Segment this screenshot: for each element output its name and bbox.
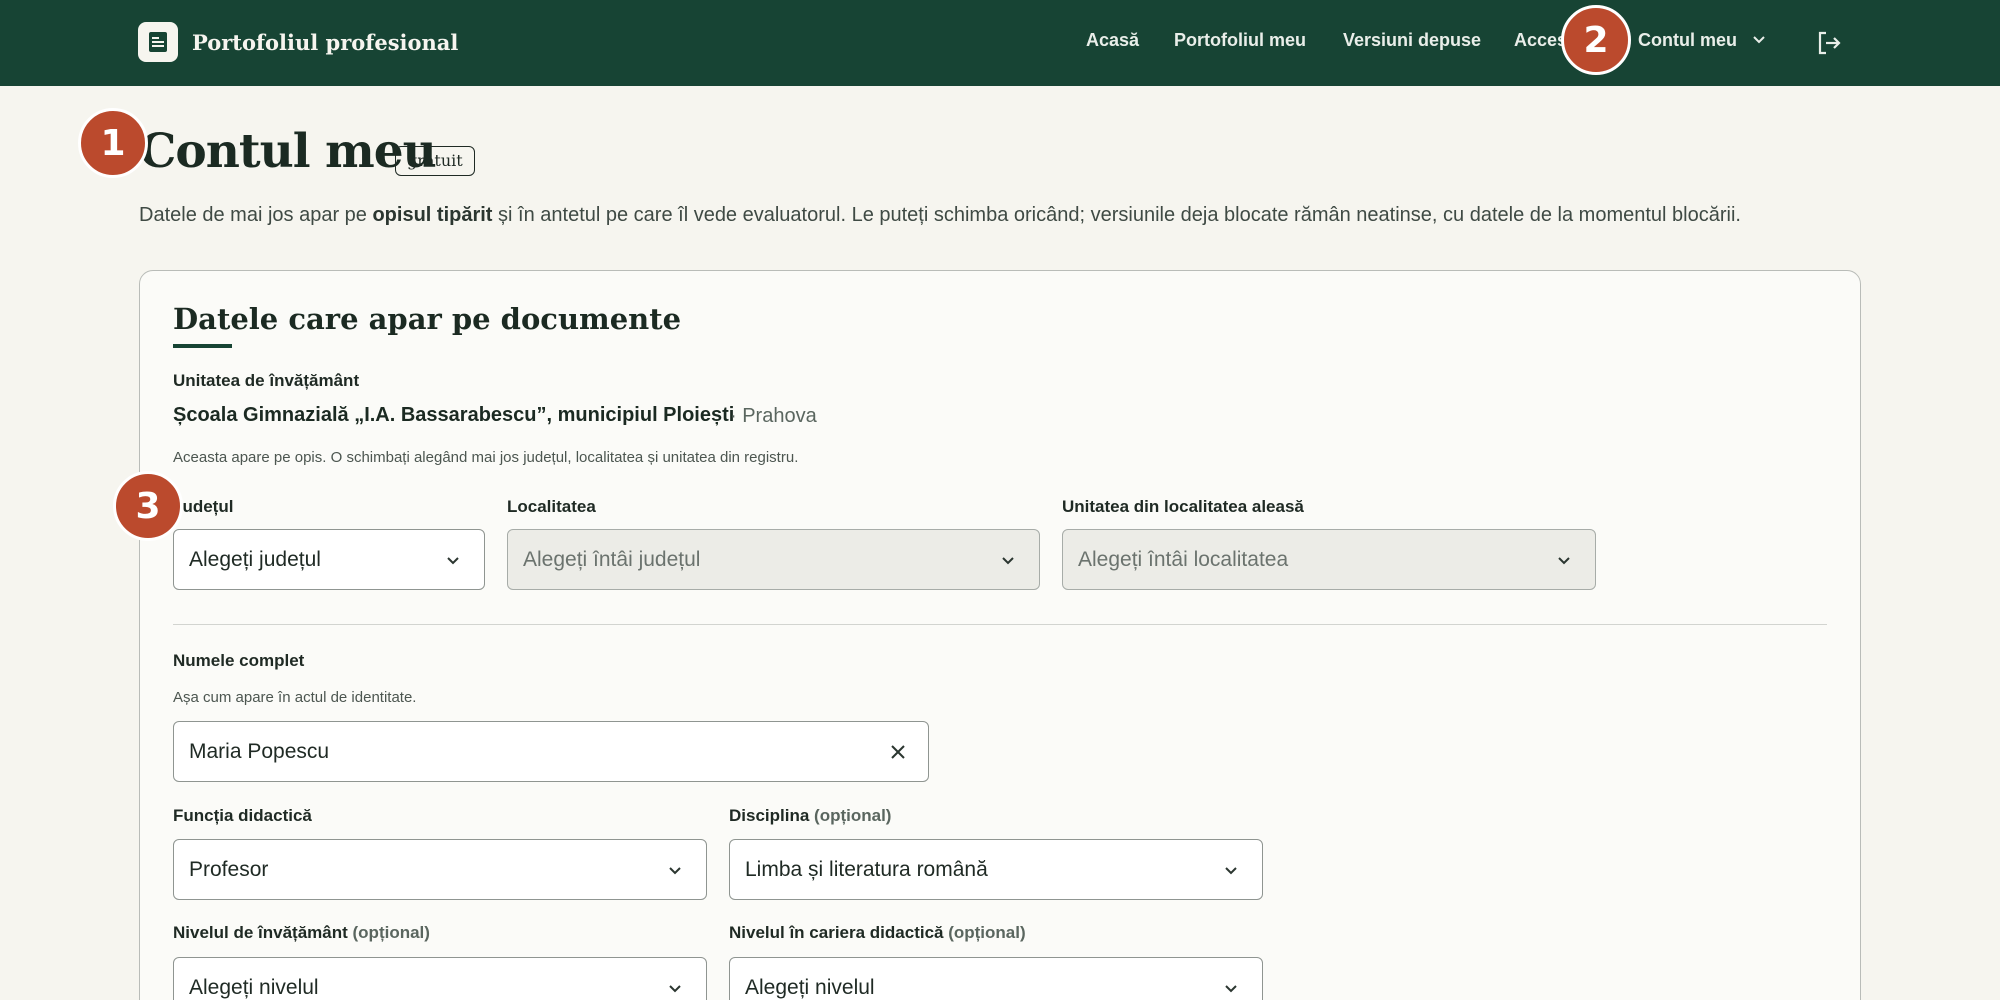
county-select-value: Alegeți județul (189, 547, 321, 571)
title-underline (173, 344, 232, 348)
unit-county: · Prahova (730, 405, 817, 427)
nav-link-my-account[interactable]: Contul meu (1638, 30, 1737, 56)
chevron-down-icon (1222, 980, 1240, 1000)
full-name-input[interactable]: Maria Popescu (173, 721, 929, 782)
document-icon (138, 22, 178, 62)
nav-link-access[interactable]: Acces (1514, 30, 1567, 56)
locality-select[interactable]: Alegeți întâi județul (507, 529, 1040, 590)
brand[interactable]: Portofoliul profesional (138, 22, 458, 62)
discipline-select-value: Limba și literatura română (745, 857, 988, 881)
education-level-label: Nivelul de învățământ (opțional) (173, 923, 430, 942)
chevron-down-icon[interactable] (1749, 30, 1769, 55)
locality-select-value: Alegeți întâi județul (523, 547, 701, 571)
step-badge-1: 1 (78, 108, 148, 178)
school-label: Unitatea din localitatea aleasă (1062, 497, 1304, 516)
plan-badge: gratuit (395, 146, 475, 176)
step-badge-2: 2 (1561, 5, 1631, 75)
county-select[interactable]: Alegeți județul (173, 529, 485, 590)
page-description: Datele de mai jos apar pe opisul tipărit… (139, 204, 1741, 226)
function-label: Funcția didactică (173, 806, 312, 825)
function-select-value: Profesor (189, 857, 269, 881)
chevron-down-icon (999, 552, 1017, 576)
brand-name: Portofoliul profesional (192, 29, 459, 55)
nav-link-my-portfolio[interactable]: Portofoliul meu (1174, 30, 1306, 56)
nav-link-submitted-versions[interactable]: Versiuni depuse (1343, 30, 1481, 56)
education-level-value: Alegeți nivelul (189, 975, 319, 999)
unit-hint: Aceasta apare pe opis. O schimbați alegâ… (173, 449, 799, 466)
top-navigation-bar: Portofoliul profesional Acasă Portofoliu… (0, 0, 2000, 86)
career-level-label: Nivelul în cariera didactică (opțional) (729, 923, 1026, 942)
section-divider (173, 624, 1827, 625)
clear-icon[interactable] (888, 742, 908, 768)
career-level-select[interactable]: Alegeți nivelul (729, 957, 1263, 1000)
step-badge-3: 3 (113, 471, 183, 541)
unit-name: Școala Gimnazială „I.A. Bassarabescu”, m… (173, 404, 735, 426)
school-select[interactable]: Alegeți întâi localitatea (1062, 529, 1596, 590)
chevron-down-icon (1555, 552, 1573, 576)
education-level-select[interactable]: Alegeți nivelul (173, 957, 707, 1000)
full-name-hint: Așa cum apare în actul de identitate. (173, 689, 417, 706)
card-title: Datele care apar pe documente (173, 302, 682, 336)
discipline-label: Disciplina (opțional) (729, 806, 892, 825)
logout-icon[interactable] (1814, 28, 1844, 63)
school-select-value: Alegeți întâi localitatea (1078, 547, 1289, 571)
function-select[interactable]: Profesor (173, 839, 707, 900)
chevron-down-icon (666, 980, 684, 1000)
unit-label: Unitatea de învățământ (173, 371, 360, 390)
full-name-value: Maria Popescu (189, 739, 330, 763)
chevron-down-icon (666, 862, 684, 886)
chevron-down-icon (1222, 862, 1240, 886)
career-level-value: Alegeți nivelul (745, 975, 875, 999)
locality-label: Localitatea (507, 497, 596, 516)
chevron-down-icon (444, 552, 462, 576)
nav-link-home[interactable]: Acasă (1086, 30, 1139, 56)
discipline-select[interactable]: Limba și literatura română (729, 839, 1263, 900)
page-title: Contul meu (139, 124, 437, 179)
full-name-label: Numele complet (173, 651, 305, 670)
